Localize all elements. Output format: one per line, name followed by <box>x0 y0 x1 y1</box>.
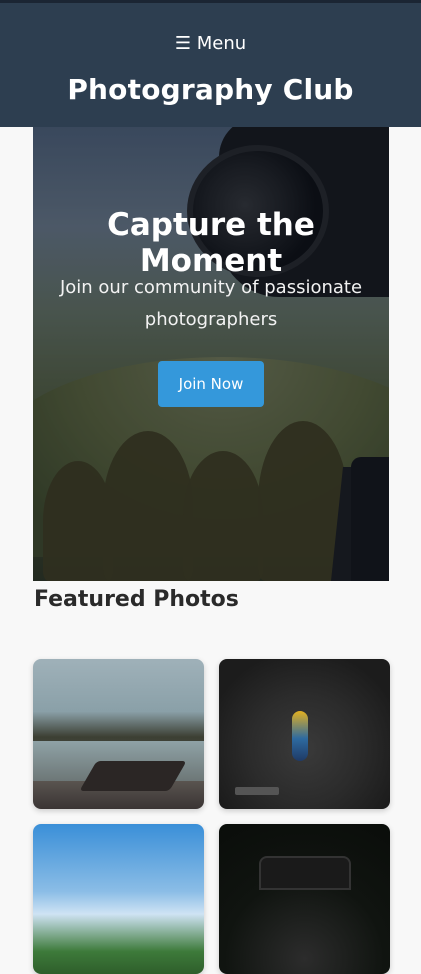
boats <box>79 761 187 791</box>
hero-subtitle: Join our community of passionate photogr… <box>59 277 363 330</box>
photographer-signature <box>235 787 279 795</box>
camera-top <box>259 856 351 890</box>
site-title: Photography Club <box>67 73 354 106</box>
photo-card-camera[interactable] <box>219 824 390 974</box>
site-header: ☰ Menu Photography Club <box>0 3 421 127</box>
hero-overlay <box>33 127 389 581</box>
menu-label[interactable]: ☰ Menu <box>175 33 246 54</box>
photo-card-sky[interactable] <box>33 824 204 974</box>
photo-card-lake-boats[interactable] <box>33 659 204 809</box>
hero-banner: Capture the Moment Join our community of… <box>33 127 389 581</box>
hero-title: Capture the Moment <box>107 207 315 279</box>
parrot <box>292 711 308 761</box>
featured-photos-heading: Featured Photos <box>34 587 239 612</box>
menu-toggle[interactable]: ☰ Menu <box>0 33 421 54</box>
photo-card-parrot[interactable] <box>219 659 390 809</box>
join-now-button[interactable]: Join Now <box>158 361 264 407</box>
